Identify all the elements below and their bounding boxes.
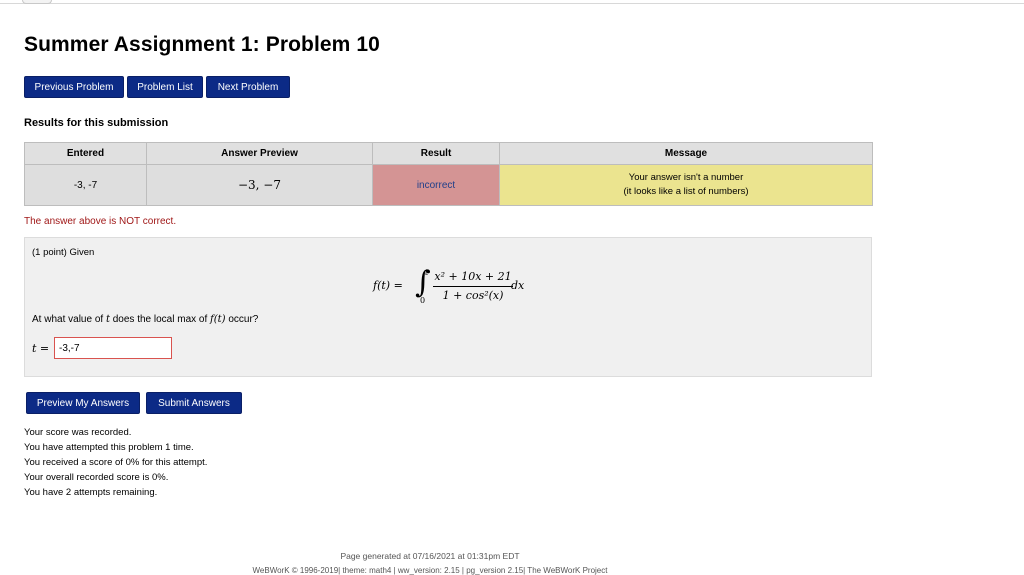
integral-formula: f(t) = ∫ t 0 x² + 10x + 21 1 + cos²(x) d… xyxy=(373,265,533,309)
integral-sign: ∫ xyxy=(415,265,431,300)
page-title: Summer Assignment 1: Problem 10 xyxy=(24,33,380,56)
column-header-message: Message xyxy=(499,142,873,165)
integral-upper-limit: t xyxy=(425,268,429,277)
results-heading: Results for this submission xyxy=(24,117,169,129)
question-text-3: occur? xyxy=(228,314,259,325)
formula-denominator: 1 + cos²(x) xyxy=(442,289,504,302)
status-line: You have attempted this problem 1 time. xyxy=(24,442,194,453)
formula-dx: dx xyxy=(511,279,525,292)
fraction-bar xyxy=(433,286,513,287)
formula-lhs: f(t) = xyxy=(373,279,403,292)
problem-navigation: Previous Problem Problem List Next Probl… xyxy=(24,76,290,98)
submit-answers-button[interactable]: Submit Answers xyxy=(146,392,242,414)
column-header-answer-preview: Answer Preview xyxy=(146,142,373,165)
integral-lower-limit: 0 xyxy=(420,296,426,305)
answer-preview-cell: −3, −7 xyxy=(146,164,373,206)
status-line: You received a score of 0% for this atte… xyxy=(24,457,208,468)
top-border xyxy=(0,3,1024,4)
not-correct-notice: The answer above is NOT correct. xyxy=(24,216,177,227)
next-problem-button[interactable]: Next Problem xyxy=(206,76,290,98)
top-tab[interactable] xyxy=(22,0,52,4)
footer-generated: Page generated at 07/16/2021 at 01:31pm … xyxy=(340,551,520,561)
question-text-1: At what value of xyxy=(32,314,104,325)
previous-problem-button[interactable]: Previous Problem xyxy=(24,76,124,98)
problem-list-button[interactable]: Problem List xyxy=(127,76,203,98)
column-header-entered: Entered xyxy=(24,142,147,165)
status-line: You have 2 attempts remaining. xyxy=(24,487,158,498)
column-header-result: Result xyxy=(372,142,500,165)
footer-copyright: WeBWorK © 1996-2019| theme: math4 | ww_v… xyxy=(252,566,608,575)
question-function: f(t) xyxy=(210,314,226,325)
message-cell: Your answer isn't a number (it looks lik… xyxy=(499,164,873,206)
answer-input[interactable] xyxy=(54,337,172,359)
answer-label: t = xyxy=(32,342,50,355)
status-line: Your score was recorded. xyxy=(24,427,132,438)
formula-numerator: x² + 10x + 21 xyxy=(434,270,512,283)
preview-answers-button[interactable]: Preview My Answers xyxy=(26,392,140,414)
problem-intro: (1 point) Given xyxy=(32,247,95,258)
status-line: Your overall recorded score is 0%. xyxy=(24,472,169,483)
problem-question: At what value of t does the local max of… xyxy=(32,314,258,325)
question-variable: t xyxy=(105,314,110,325)
problem-body: (1 point) Given f(t) = ∫ t 0 x² + 10x + … xyxy=(24,237,872,377)
message-line-2: (it looks like a list of numbers) xyxy=(623,186,749,197)
result-cell: incorrect xyxy=(372,164,500,206)
message-line-1: Your answer isn't a number xyxy=(628,172,744,183)
table-row: -3, -7 −3, −7 incorrect Your answer isn'… xyxy=(24,164,873,206)
results-table: Entered Answer Preview Result Message -3… xyxy=(24,142,873,206)
score-status: Your score was recorded. You have attemp… xyxy=(24,425,207,500)
entered-cell: -3, -7 xyxy=(24,164,147,206)
question-text-2: does the local max of xyxy=(112,314,208,325)
answer-actions: Preview My Answers Submit Answers xyxy=(26,392,242,414)
